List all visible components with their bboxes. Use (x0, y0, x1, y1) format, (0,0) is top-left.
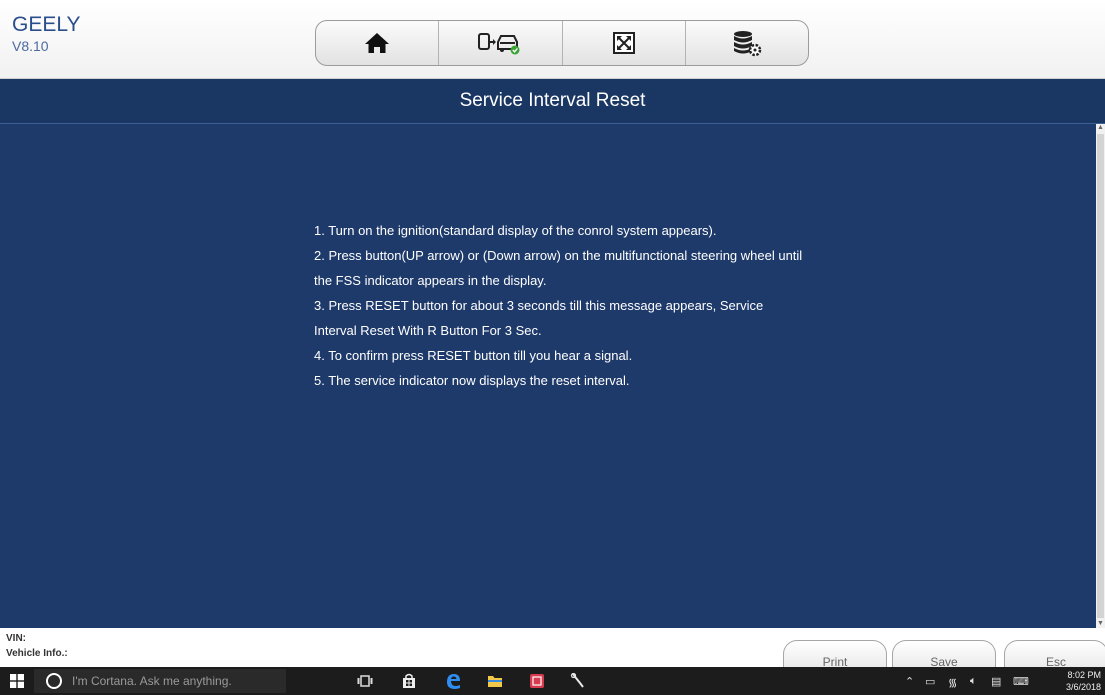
clock-time: 8:02 PM (1067, 670, 1101, 680)
instruction-list: 1. Turn on the ignition(standard display… (314, 218, 954, 393)
footer: VIN: Vehicle Info.: Print Save Esc (0, 628, 1105, 670)
cortana-placeholder: I'm Cortana. Ask me anything. (72, 674, 232, 688)
system-clock[interactable]: 8:02 PM 3/6/2018 (1066, 669, 1101, 693)
instruction-line: Interval Reset With R Button For 3 Sec. (314, 323, 542, 338)
home-button[interactable] (316, 21, 440, 65)
windows-start-button[interactable] (4, 671, 30, 691)
vertical-scrollbar[interactable]: ▲ ▼ (1096, 124, 1105, 628)
app-version: V8.10 (12, 38, 49, 54)
keyboard-icon[interactable]: ⌨ (1013, 675, 1029, 688)
clock-date: 3/6/2018 (1065, 682, 1101, 692)
instruction-line: 2. Press button(UP arrow) or (Down arrow… (314, 248, 803, 263)
page-title: Service Interval Reset (0, 79, 1105, 124)
vehicle-switch-button[interactable] (439, 21, 563, 65)
brand: GEELY V8.10 (12, 13, 81, 55)
instruction-line: 5. The service indicator now displays th… (314, 373, 630, 388)
fullscreen-button[interactable] (563, 21, 686, 65)
scroll-down-arrow-icon[interactable]: ▼ (1097, 620, 1104, 628)
fullscreen-icon (612, 32, 635, 54)
store-icon[interactable] (400, 672, 418, 690)
battery-icon[interactable]: ▭ (925, 675, 935, 688)
vin-label: VIN: (6, 633, 26, 644)
home-icon (365, 33, 390, 53)
tray-overflow-chevron-icon[interactable]: ⌃ (905, 675, 914, 688)
volume-icon[interactable]: 🔈︎ (970, 675, 977, 688)
scroll-thumb[interactable] (1097, 134, 1104, 618)
instruction-line: 4. To confirm press RESET button till yo… (314, 348, 633, 363)
file-explorer-icon[interactable] (486, 672, 504, 690)
instruction-line: the FSS indicator appears in the display… (314, 273, 547, 288)
brand-name: GEELY (12, 13, 81, 36)
wrench-app-icon[interactable] (569, 672, 587, 690)
instruction-line: 1. Turn on the ignition(standard display… (314, 223, 717, 238)
main-toolbar (315, 20, 809, 66)
red-app-icon[interactable] (528, 672, 546, 690)
os-taskbar: I'm Cortana. Ask me anything. ⌃ ▭ ᯾ 🔈︎ ▤… (0, 667, 1105, 695)
data-settings-button[interactable] (686, 21, 808, 65)
print-button[interactable]: Print (783, 640, 887, 670)
edge-browser-icon[interactable] (444, 672, 462, 690)
database-gear-icon (733, 31, 762, 57)
vehicle-info-label: Vehicle Info.: (6, 648, 68, 659)
vehicle-switch-icon (478, 33, 520, 55)
cortana-icon (46, 673, 62, 689)
notifications-icon[interactable]: ▤ (991, 675, 1001, 688)
esc-button[interactable]: Esc (1004, 640, 1105, 670)
content-area: 1. Turn on the ignition(standard display… (0, 124, 1096, 628)
save-button[interactable]: Save (892, 640, 996, 670)
scroll-up-arrow-icon[interactable]: ▲ (1097, 124, 1104, 132)
network-icon[interactable]: ᯾ (948, 675, 957, 690)
windows-logo-icon (10, 674, 24, 688)
instruction-line: 3. Press RESET button for about 3 second… (314, 298, 764, 313)
app-header: GEELY V8.10 (0, 0, 1105, 79)
task-view-icon[interactable] (356, 672, 374, 690)
cortana-search-box[interactable]: I'm Cortana. Ask me anything. (34, 669, 286, 693)
